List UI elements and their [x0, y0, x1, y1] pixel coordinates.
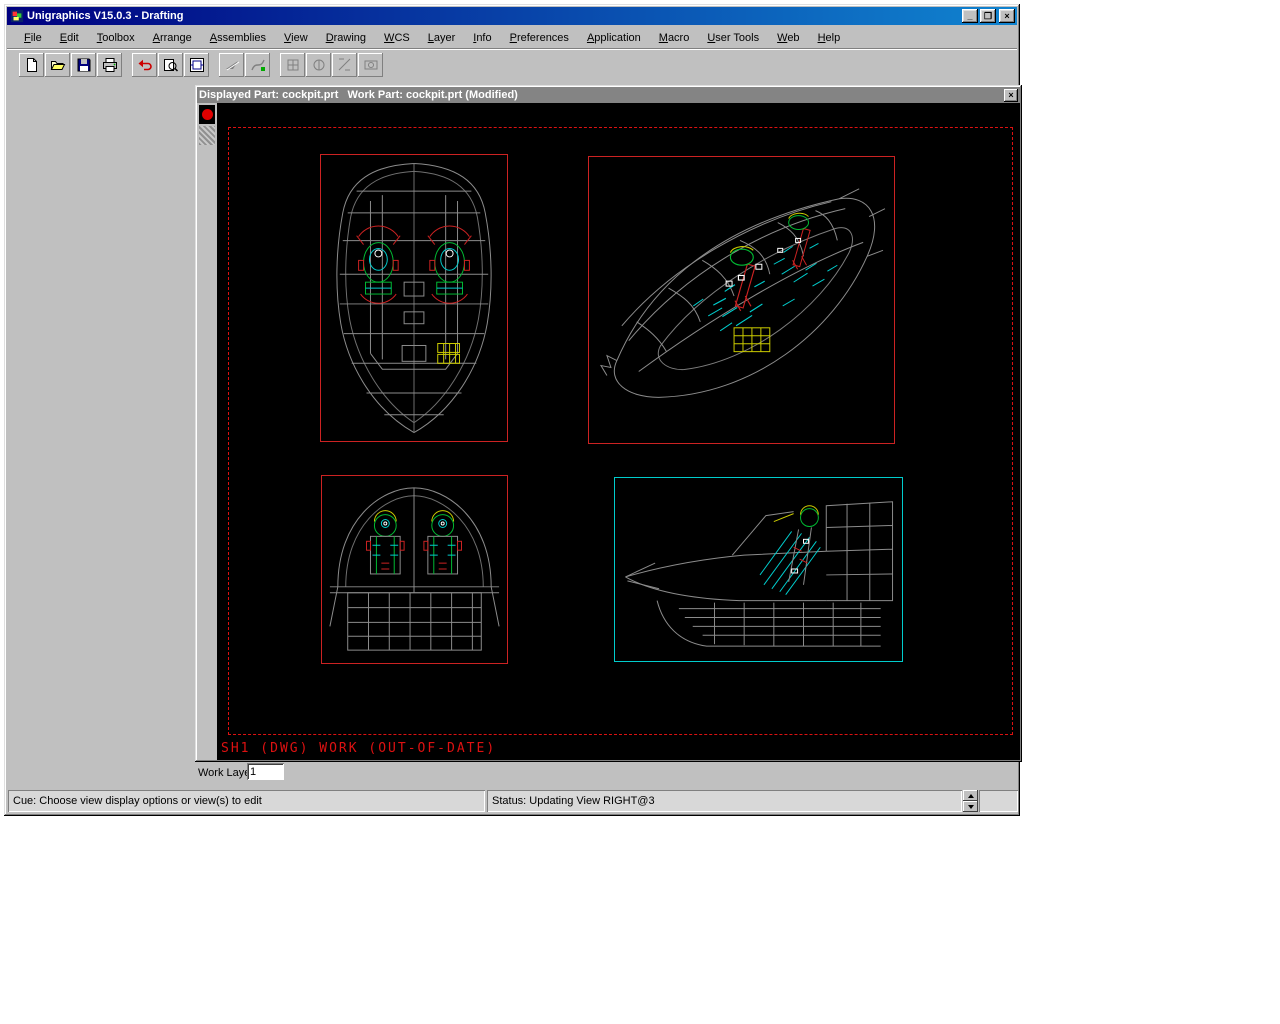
print-icon — [102, 57, 118, 73]
print-button[interactable] — [97, 53, 122, 77]
sheet-status-label: SH1 (DWG) WORK (OUT-OF-DATE) — [221, 741, 496, 756]
new-part-icon — [24, 57, 40, 73]
right-view-drawing — [615, 478, 902, 661]
menubar: File Edit Toolbox Arrange Assemblies Vie… — [7, 27, 1017, 48]
menu-toolbox[interactable]: Toolbox — [88, 29, 144, 47]
status-extra-panel — [979, 790, 1018, 812]
open-icon — [50, 57, 66, 73]
desktop: Unigraphics V15.0.3 - Drafting _ ❐ × Fil… — [0, 0, 1280, 1024]
view-isometric[interactable] — [588, 156, 895, 444]
spin-down-button[interactable] — [963, 801, 978, 812]
app-window: Unigraphics V15.0.3 - Drafting _ ❐ × Fil… — [4, 4, 1020, 816]
menu-view[interactable]: View — [275, 29, 317, 47]
front-view-drawing — [322, 476, 507, 663]
app-icon — [10, 9, 24, 23]
menu-layer[interactable]: Layer — [419, 29, 465, 47]
minimize-button[interactable]: _ — [962, 9, 978, 23]
toolbar-separator — [123, 64, 132, 65]
zoom-view-button[interactable] — [158, 53, 183, 77]
work-layer-label: Work Layer — [198, 767, 254, 779]
up-arrow-icon — [968, 794, 974, 798]
menu-assemblies[interactable]: Assemblies — [201, 29, 275, 47]
maximize-button[interactable]: ❐ — [980, 9, 996, 23]
menu-file[interactable]: File — [15, 29, 51, 47]
grid-tool-button[interactable] — [280, 53, 305, 77]
toolbar-separator — [210, 64, 219, 65]
close-button[interactable]: × — [999, 9, 1015, 23]
trim-tool-button[interactable] — [332, 53, 357, 77]
down-arrow-icon — [968, 805, 974, 809]
menu-drawing[interactable]: Drawing — [317, 29, 375, 47]
graphics-window-body: SH1 (DWG) WORK (OUT-OF-DATE) — [197, 103, 1020, 760]
status-text: Status: Updating View RIGHT@3 — [492, 795, 655, 807]
stop-icon — [202, 109, 213, 120]
plane-icon — [224, 57, 240, 73]
top-view-drawing — [321, 155, 507, 441]
cue-text: Cue: Choose view display options or view… — [13, 795, 262, 807]
circle-icon — [311, 57, 327, 73]
trim-icon — [337, 57, 353, 73]
graphics-side-strip — [197, 103, 217, 760]
curve-tool-button[interactable] — [245, 53, 270, 77]
camera-icon — [363, 57, 379, 73]
isometric-view-drawing — [589, 157, 894, 443]
toolbar — [7, 48, 1017, 80]
hatch-handle[interactable] — [199, 126, 215, 145]
fit-view-icon — [189, 57, 205, 73]
menu-info[interactable]: Info — [464, 29, 500, 47]
new-part-button[interactable] — [19, 53, 44, 77]
menu-web[interactable]: Web — [768, 29, 808, 47]
cue-panel: Cue: Choose view display options or view… — [8, 790, 485, 812]
grid-icon — [285, 57, 301, 73]
menu-arrange[interactable]: Arrange — [144, 29, 201, 47]
save-icon — [76, 57, 92, 73]
app-titlebar: Unigraphics V15.0.3 - Drafting _ ❐ × — [7, 7, 1017, 25]
curve-icon — [250, 57, 266, 73]
graphics-window-close-button[interactable]: × — [1004, 89, 1018, 102]
drawing-canvas[interactable]: SH1 (DWG) WORK (OUT-OF-DATE) — [217, 103, 1020, 760]
undo-icon — [137, 57, 153, 73]
work-layer-input[interactable] — [247, 763, 284, 780]
plane-tool-button[interactable] — [219, 53, 244, 77]
toolbar-separator — [271, 64, 280, 65]
graphics-window-titlebar: Displayed Part: cockpit.prt Work Part: c… — [197, 87, 1020, 103]
zoom-view-icon — [163, 57, 179, 73]
spin-up-button[interactable] — [963, 790, 978, 801]
view-front[interactable] — [321, 475, 508, 664]
menu-application[interactable]: Application — [578, 29, 650, 47]
window-controls: _ ❐ × — [960, 9, 1015, 23]
graphics-window: Displayed Part: cockpit.prt Work Part: c… — [195, 85, 1022, 762]
view-right[interactable] — [614, 477, 903, 662]
menu-preferences[interactable]: Preferences — [501, 29, 578, 47]
menu-wcs[interactable]: WCS — [375, 29, 419, 47]
circle-tool-button[interactable] — [306, 53, 331, 77]
undo-button[interactable] — [132, 53, 157, 77]
window-title: Unigraphics V15.0.3 - Drafting — [27, 10, 960, 22]
open-button[interactable] — [45, 53, 70, 77]
menu-user-tools[interactable]: User Tools — [698, 29, 768, 47]
menu-macro[interactable]: Macro — [650, 29, 699, 47]
status-panel: Status: Updating View RIGHT@3 — [487, 790, 962, 812]
fit-view-button[interactable] — [184, 53, 209, 77]
save-button[interactable] — [71, 53, 96, 77]
status-spinner — [963, 790, 978, 812]
menu-edit[interactable]: Edit — [51, 29, 88, 47]
interrupt-button[interactable] — [199, 105, 215, 124]
menu-help[interactable]: Help — [809, 29, 850, 47]
camera-tool-button[interactable] — [358, 53, 383, 77]
view-top[interactable] — [320, 154, 508, 442]
graphics-window-title: Displayed Part: cockpit.prt Work Part: c… — [199, 89, 1004, 101]
